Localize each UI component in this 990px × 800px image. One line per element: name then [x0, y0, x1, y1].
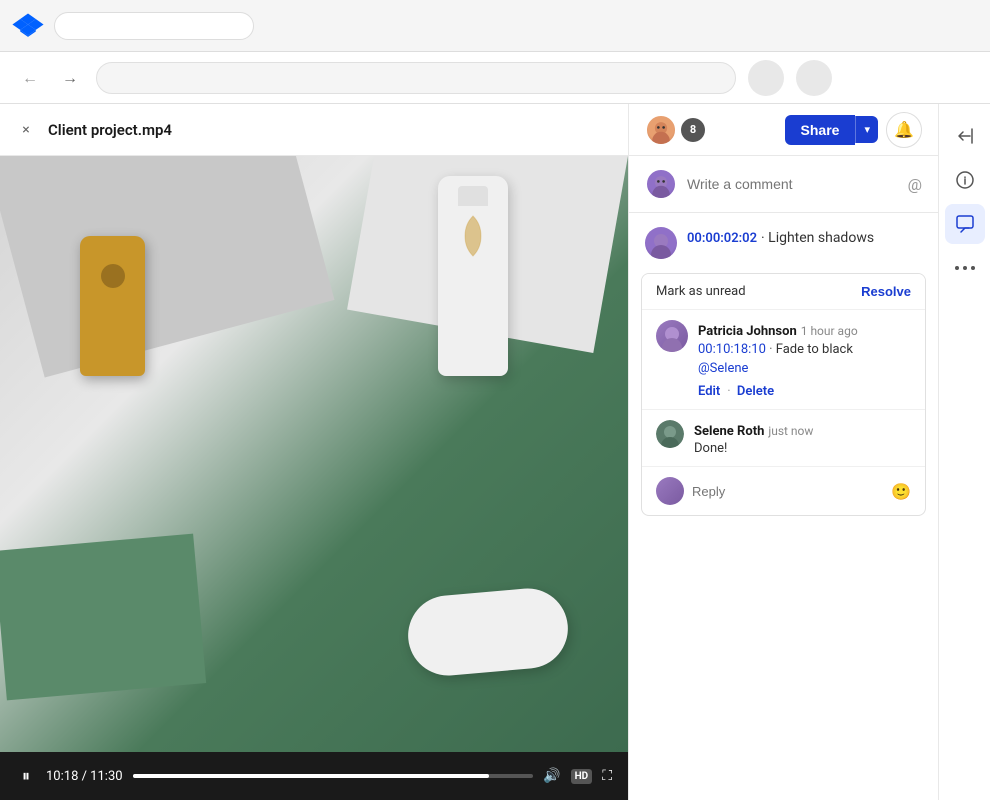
- avatars-group: 8: [645, 114, 705, 146]
- sidebar-more-button[interactable]: [945, 248, 985, 288]
- reply-input-field[interactable]: [692, 484, 883, 499]
- thread-author-name: Patricia Johnson: [698, 324, 797, 339]
- more-icon-svg: [955, 266, 975, 270]
- browser-action-btn-1[interactable]: [748, 60, 784, 96]
- thread-message-content: Patricia Johnson 1 hour ago 00:10:18:10 …: [698, 320, 858, 399]
- notifications-button[interactable]: 🔔: [886, 112, 922, 148]
- share-button[interactable]: Share: [785, 115, 856, 145]
- comment-input-field[interactable]: [687, 176, 898, 192]
- top-address-bar[interactable]: [54, 12, 254, 40]
- edit-button[interactable]: Edit: [698, 384, 720, 399]
- reply-time: just now: [768, 424, 813, 438]
- mark-unread-label: Mark as unread: [656, 284, 746, 299]
- geo-bg-1: [0, 156, 334, 377]
- comment-input-area: @: [629, 156, 938, 213]
- video-container[interactable]: [0, 156, 628, 752]
- browser-nav-bar: ← →: [0, 52, 990, 104]
- exit-icon-svg: [955, 126, 975, 146]
- hd-badge: HD: [571, 769, 593, 784]
- video-scene: [0, 156, 628, 752]
- share-dropdown-button[interactable]: ▾: [855, 116, 878, 143]
- thread-mention: @Selene: [698, 357, 858, 376]
- emoji-button[interactable]: 🙂: [891, 482, 911, 501]
- share-button-group: Share ▾: [785, 115, 878, 145]
- sidebar-comments-button[interactable]: [945, 204, 985, 244]
- volume-icon[interactable]: 🔊: [543, 768, 560, 784]
- reply-body: Selene Roth just now Done!: [694, 420, 911, 456]
- thread-header: Mark as unread Resolve: [642, 274, 925, 309]
- reply-input-avatar: [656, 477, 684, 505]
- right-sidebar: [938, 104, 990, 800]
- fullscreen-button[interactable]: ⛶: [602, 768, 612, 784]
- avatar-count: 8: [681, 118, 705, 142]
- file-title: Client project.mp4: [48, 121, 172, 139]
- browser-top-bar: [0, 0, 990, 52]
- comment-item[interactable]: 00:00:02:02 · Lighten shadows: [629, 213, 938, 273]
- current-user-face: [647, 168, 675, 200]
- sidebar-exit-icon[interactable]: [945, 116, 985, 156]
- avatar-face-1: [647, 114, 675, 146]
- progress-bar[interactable]: [133, 774, 534, 778]
- info-icon-svg: [955, 170, 975, 190]
- time-display: 10:18 / 11:30: [46, 769, 123, 784]
- comments-header: 8 Share ▾ 🔔: [629, 104, 938, 156]
- nav-forward-button[interactable]: →: [56, 64, 84, 92]
- reply-avatar: [656, 420, 684, 448]
- avatar-main: [645, 114, 677, 146]
- thread-main-message: Patricia Johnson 1 hour ago 00:10:18:10 …: [642, 309, 925, 409]
- resolve-button[interactable]: Resolve: [861, 284, 911, 299]
- geo-bg-3: [0, 534, 206, 701]
- bottle-cylinder: [405, 585, 571, 679]
- app-container: × Client project.mp4: [0, 104, 990, 800]
- video-controls: ⏸ 10:18 / 11:30 🔊 HD ⛶: [0, 752, 628, 800]
- delete-button[interactable]: Delete: [737, 384, 774, 399]
- comment-avatar-1: [645, 227, 677, 259]
- sidebar-info-button[interactable]: [945, 160, 985, 200]
- close-button[interactable]: ×: [16, 120, 36, 140]
- comment-body-1: 00:00:02:02 · Lighten shadows: [687, 227, 922, 259]
- reply-message: Selene Roth just now Done!: [642, 409, 925, 466]
- reply-input-area: 🙂: [642, 466, 925, 515]
- action-separator: ·: [727, 384, 734, 399]
- thread-timestamp-link[interactable]: 00:10:18:10: [698, 342, 766, 357]
- progress-fill: [133, 774, 490, 778]
- comment-timestamp-1[interactable]: 00:00:02:02: [687, 231, 757, 246]
- bottle-design-2: [93, 256, 133, 316]
- at-mention-icon[interactable]: @: [908, 175, 922, 194]
- bell-icon: 🔔: [894, 120, 914, 140]
- comment-text-1: Lighten shadows: [768, 230, 874, 246]
- comments-panel: 8 Share ▾ 🔔 @: [628, 104, 938, 800]
- video-panel: × Client project.mp4: [0, 104, 628, 800]
- thread-message-body: 00:10:18:10 · Fade to black: [698, 342, 858, 357]
- dropbox-logo: [12, 12, 44, 40]
- current-user-avatar: [645, 168, 677, 200]
- nav-back-button[interactable]: ←: [16, 64, 44, 92]
- mention-selene[interactable]: @Selene: [698, 361, 748, 376]
- thread-author-avatar: [656, 320, 688, 352]
- reply-text: Done!: [694, 441, 911, 456]
- play-pause-button[interactable]: ⏸: [16, 766, 36, 786]
- comments-icon-svg: [955, 214, 975, 234]
- commenter-face-1: [645, 227, 677, 259]
- thread-content-text: Fade to black: [776, 342, 853, 357]
- thread-author-face: [656, 320, 688, 352]
- browser-action-btn-2[interactable]: [796, 60, 832, 96]
- thread-box: Mark as unread Resolve Patricia Johnson: [641, 273, 926, 516]
- bottle-tall: [438, 176, 508, 376]
- reply-author-name: Selene Roth: [694, 424, 764, 439]
- bottle-gold: [80, 236, 145, 376]
- video-header: × Client project.mp4: [0, 104, 628, 156]
- reply-author-face: [656, 420, 684, 448]
- thread-time-label: 1 hour ago: [801, 324, 858, 338]
- bottle-design-1: [453, 206, 493, 266]
- thread-action-links: Edit · Delete: [698, 380, 858, 399]
- url-bar[interactable]: [96, 62, 736, 94]
